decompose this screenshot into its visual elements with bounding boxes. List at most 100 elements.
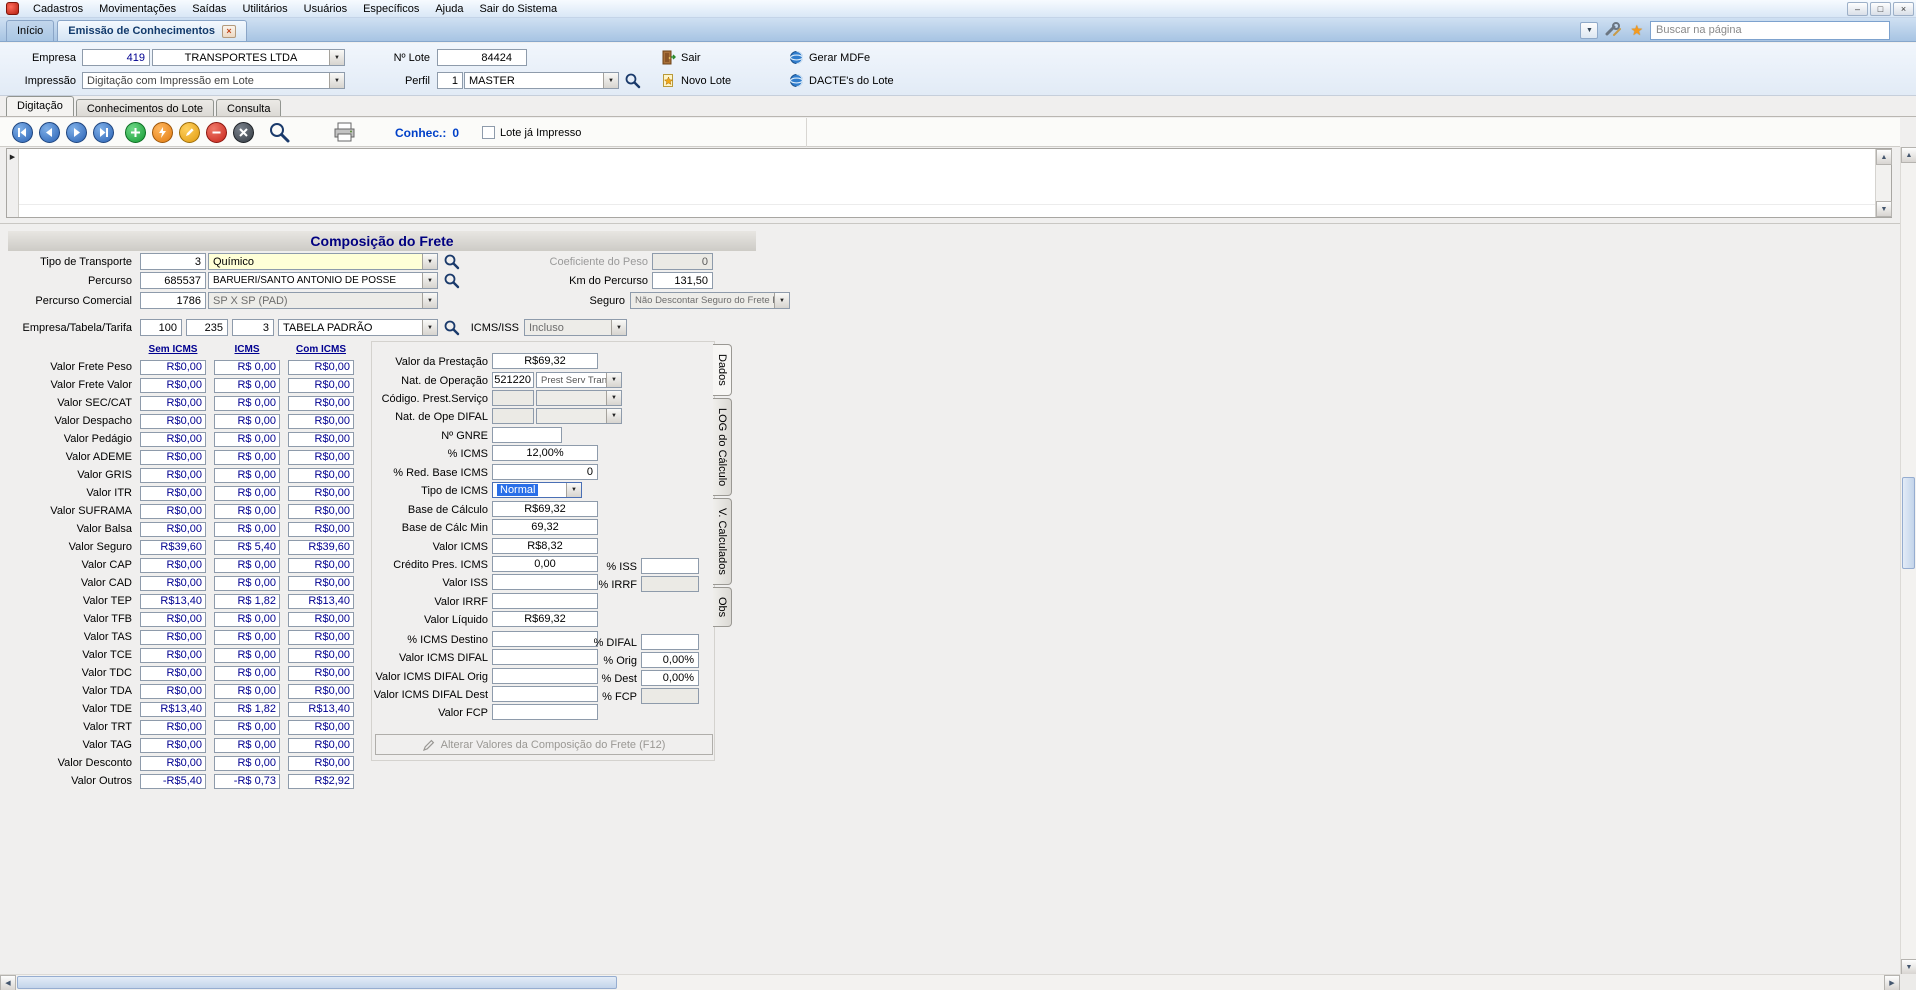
side-tab-v-calculados[interactable]: V. Calculados — [713, 498, 732, 585]
lote-field[interactable]: 84424 — [437, 49, 527, 66]
nav-prev-icon[interactable] — [39, 122, 60, 143]
tab-close-icon[interactable]: × — [222, 25, 236, 38]
sem-icms-field[interactable]: R$0,00 — [140, 756, 206, 771]
minimize-button[interactable]: – — [1847, 2, 1868, 16]
sem-icms-field[interactable]: R$0,00 — [140, 558, 206, 573]
page-menu-dropdown-icon[interactable]: ▼ — [1580, 22, 1598, 39]
valor-icms-difal-field[interactable] — [492, 649, 598, 665]
chevron-down-icon[interactable]: ▼ — [329, 73, 344, 88]
empresa-code-field[interactable]: 419 — [82, 49, 150, 66]
sem-icms-field[interactable]: R$0,00 — [140, 738, 206, 753]
icms-field[interactable]: R$ 0,00 — [214, 612, 280, 627]
valor-irrf-field[interactable] — [492, 593, 598, 609]
conhecimentos-grid[interactable]: ▶ ▲ ▼ — [6, 148, 1892, 218]
search-record-icon[interactable] — [268, 121, 291, 144]
edit-record-icon[interactable] — [179, 122, 200, 143]
valor-icms-field[interactable]: R$8,32 — [492, 538, 598, 554]
menu-item[interactable]: Específicos — [355, 1, 427, 17]
checkbox-box[interactable] — [482, 126, 495, 139]
codigo-prest-combo[interactable]: ▼ — [536, 390, 622, 406]
dacte-lote-button[interactable]: DACTE's do Lote — [783, 70, 900, 91]
scroll-right-icon[interactable]: ▶ — [1884, 975, 1900, 990]
p-red-base-field[interactable]: 0 — [492, 464, 598, 480]
valor-icms-difal-dest-field[interactable] — [492, 686, 598, 702]
maximize-button[interactable]: □ — [1870, 2, 1891, 16]
sem-icms-field[interactable]: R$0,00 — [140, 504, 206, 519]
sem-icms-field[interactable]: R$13,40 — [140, 702, 206, 717]
menu-item[interactable]: Saídas — [184, 1, 234, 17]
delete-record-icon[interactable] — [206, 122, 227, 143]
percurso-code-field[interactable]: 685537 — [140, 272, 206, 289]
sem-icms-field[interactable]: R$0,00 — [140, 378, 206, 393]
chevron-down-icon[interactable]: ▼ — [422, 254, 437, 269]
tipo-transporte-combo[interactable]: Químico ▼ — [208, 253, 438, 270]
nav-last-icon[interactable] — [93, 122, 114, 143]
sair-button[interactable]: Sair — [655, 47, 707, 68]
percurso-combo[interactable]: BARUERI/SANTO ANTONIO DE POSSE ▼ — [208, 272, 438, 289]
tipo-transporte-search-icon[interactable] — [443, 253, 460, 270]
icms-field[interactable]: R$ 0,00 — [214, 432, 280, 447]
scroll-left-icon[interactable]: ◀ — [0, 975, 16, 990]
alterar-valores-button[interactable]: Alterar Valores da Composição do Frete (… — [375, 734, 713, 755]
sem-icms-field[interactable]: R$0,00 — [140, 414, 206, 429]
scroll-up-icon[interactable]: ▲ — [1876, 149, 1892, 165]
print-icon[interactable] — [333, 121, 356, 144]
sem-icms-field[interactable]: R$0,00 — [140, 450, 206, 465]
menu-item[interactable]: Utilitários — [234, 1, 295, 17]
icms-field[interactable]: R$ 0,00 — [214, 486, 280, 501]
sem-icms-field[interactable]: R$0,00 — [140, 486, 206, 501]
tab-digitacao[interactable]: Digitação — [6, 96, 74, 116]
valor-prestacao-field[interactable]: R$69,32 — [492, 353, 598, 369]
sem-icms-field[interactable]: R$0,00 — [140, 630, 206, 645]
lote-impresso-checkbox[interactable]: Lote já Impresso — [482, 126, 581, 139]
tab-inicio[interactable]: Início — [6, 20, 54, 41]
p-difal-field[interactable] — [641, 634, 699, 650]
icms-field[interactable]: R$ 0,00 — [214, 396, 280, 411]
icms-field[interactable]: R$ 0,00 — [214, 504, 280, 519]
p-icms-destino-field[interactable] — [492, 631, 598, 647]
menu-item[interactable]: Sair do Sistema — [471, 1, 565, 17]
icms-iss-combo[interactable]: Incluso ▼ — [524, 319, 627, 336]
icms-field[interactable]: R$ 0,00 — [214, 378, 280, 393]
scroll-down-icon[interactable]: ▼ — [1901, 959, 1916, 975]
post-record-icon[interactable] — [152, 122, 173, 143]
p-dest-field[interactable]: 0,00% — [641, 670, 699, 686]
menu-item[interactable]: Cadastros — [25, 1, 91, 17]
icms-field[interactable]: R$ 0,00 — [214, 684, 280, 699]
sem-icms-field[interactable]: R$0,00 — [140, 612, 206, 627]
chevron-down-icon[interactable]: ▼ — [606, 373, 621, 387]
sem-icms-field[interactable]: R$39,60 — [140, 540, 206, 555]
percurso-search-icon[interactable] — [443, 272, 460, 289]
tipo-icms-combo[interactable]: Normal ▼ — [492, 482, 582, 498]
icms-field[interactable]: R$ 0,00 — [214, 450, 280, 465]
icms-field[interactable]: R$ 0,00 — [214, 360, 280, 375]
chevron-down-icon[interactable]: ▼ — [603, 73, 618, 88]
percurso-comercial-combo[interactable]: SP X SP (PAD) ▼ — [208, 292, 438, 309]
icms-field[interactable]: -R$ 0,73 — [214, 774, 280, 789]
sem-icms-field[interactable]: R$0,00 — [140, 396, 206, 411]
favorites-star-icon[interactable]: ★ — [1630, 23, 1643, 37]
com-icms-field[interactable]: R$2,92 — [288, 774, 354, 789]
icms-field[interactable]: R$ 0,00 — [214, 558, 280, 573]
icms-field[interactable]: R$ 0,00 — [214, 648, 280, 663]
chevron-down-icon[interactable]: ▼ — [606, 391, 621, 405]
side-tab-dados[interactable]: Dados — [713, 344, 732, 396]
icms-field[interactable]: R$ 0,00 — [214, 630, 280, 645]
tabela-tarifa-field[interactable]: 3 — [232, 319, 274, 336]
com-icms-field[interactable]: R$0,00 — [288, 720, 354, 735]
sem-icms-field[interactable]: R$0,00 — [140, 360, 206, 375]
chevron-down-icon[interactable]: ▼ — [606, 409, 621, 423]
icms-field[interactable]: R$ 0,00 — [214, 576, 280, 591]
novo-lote-button[interactable]: Novo Lote — [655, 70, 737, 91]
search-input[interactable] — [1650, 21, 1890, 40]
tools-icon[interactable] — [1605, 22, 1623, 38]
perfil-search-icon[interactable] — [624, 72, 641, 89]
valor-liquido-field[interactable]: R$69,32 — [492, 611, 598, 627]
icms-field[interactable]: R$ 0,00 — [214, 666, 280, 681]
icms-field[interactable]: R$ 0,00 — [214, 738, 280, 753]
empresa-name-combo[interactable]: TRANSPORTES LTDA ▼ — [152, 49, 345, 66]
nav-first-icon[interactable] — [12, 122, 33, 143]
nat-operacao-combo[interactable]: Prest Serv Transp Inc ▼ — [536, 372, 622, 388]
perfil-name-combo[interactable]: MASTER ▼ — [464, 72, 619, 89]
tab-consulta[interactable]: Consulta — [216, 99, 281, 116]
